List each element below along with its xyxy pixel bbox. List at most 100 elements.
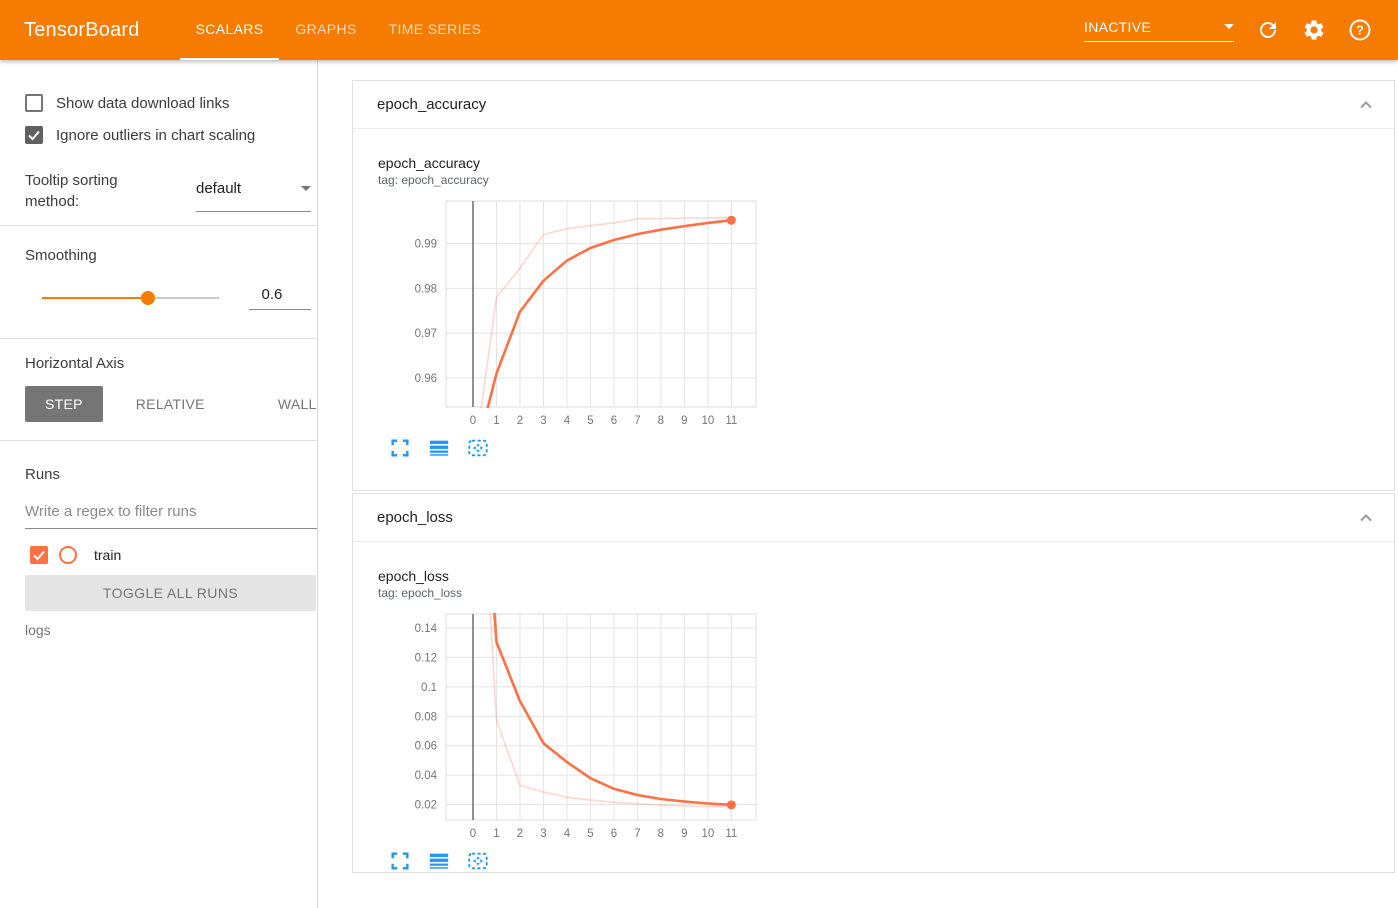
chart-toolbar (389, 850, 1394, 872)
svg-text:6: 6 (611, 415, 617, 427)
svg-text:6: 6 (611, 828, 617, 840)
fit-domain-icon[interactable] (467, 437, 489, 459)
toggle-y-axis-icon[interactable] (428, 437, 450, 459)
svg-text:5: 5 (587, 828, 593, 840)
svg-text:3: 3 (540, 828, 546, 840)
toggle-y-axis-icon[interactable] (428, 850, 450, 872)
svg-text:4: 4 (564, 828, 571, 840)
run-row-train: train (25, 546, 311, 564)
ignore-outliers-checkbox[interactable]: Ignore outliers in chart scaling (25, 126, 311, 144)
card-title: epoch_accuracy (377, 96, 487, 113)
expand-chart-icon[interactable] (389, 850, 411, 872)
svg-text:0.97: 0.97 (415, 328, 437, 340)
tab-graphs[interactable]: GRAPHS (279, 0, 372, 60)
svg-text:0.1: 0.1 (421, 682, 437, 694)
smoothing-label: Smoothing (25, 247, 97, 264)
axis-button-relative[interactable]: RELATIVE (116, 386, 225, 422)
smoothing-slider[interactable] (42, 291, 220, 305)
toggle-all-runs-button[interactable]: TOGGLE ALL RUNS (25, 575, 316, 611)
run-checkbox[interactable] (30, 546, 48, 564)
header-actions: INACTIVE ? (1084, 0, 1372, 60)
svg-text:0.02: 0.02 (415, 800, 437, 812)
horizontal-axis-label: Horizontal Axis (25, 355, 125, 372)
svg-text:0.99: 0.99 (415, 239, 437, 251)
chart-title: epoch_accuracy (378, 155, 480, 171)
refresh-icon[interactable] (1256, 18, 1280, 42)
chevron-up-icon[interactable] (1352, 91, 1380, 119)
help-icon[interactable]: ? (1348, 18, 1372, 42)
svg-text:9: 9 (681, 415, 687, 427)
chart-title: epoch_loss (378, 568, 449, 584)
chart-tag: tag: epoch_accuracy (378, 173, 489, 187)
svg-text:0.08: 0.08 (415, 711, 437, 723)
svg-text:0.98: 0.98 (415, 283, 437, 295)
checkbox-label: Show data download links (56, 94, 230, 112)
svg-text:10: 10 (701, 828, 714, 840)
app-logo: TensorBoard (24, 18, 140, 41)
svg-text:1: 1 (493, 828, 499, 840)
tooltip-sorting-label: Tooltip sorting method: (25, 172, 118, 210)
card-title: epoch_loss (377, 509, 453, 526)
scalar-chart-epoch-loss[interactable]: 0.02 0.04 0.06 0.08 0.1 0.12 0.14 0 1 2 3 4 5 6 7 8 9 10 1… (368, 610, 760, 842)
card-epoch-accuracy: epoch_accuracy epoch_accuracy tag: epoch… (352, 80, 1395, 491)
svg-text:11: 11 (725, 828, 737, 840)
svg-text:11: 11 (725, 415, 737, 427)
smoothing-value-input[interactable]: 0.6 (249, 286, 311, 310)
app-header: TensorBoard SCALARS GRAPHS TIME SERIES I… (0, 0, 1398, 60)
data-status-select[interactable]: INACTIVE (1084, 19, 1234, 42)
svg-text:9: 9 (681, 828, 687, 840)
checkbox-checked-icon (25, 126, 43, 144)
chart-tag: tag: epoch_loss (378, 586, 463, 600)
runs-title: Runs (25, 466, 61, 483)
svg-text:0.14: 0.14 (415, 623, 438, 635)
dashboard-main: epoch_accuracy epoch_accuracy tag: epoch… (318, 60, 1398, 908)
run-label: train (94, 547, 122, 563)
show-download-links-checkbox[interactable]: Show data download links (25, 94, 311, 112)
svg-text:1: 1 (493, 415, 499, 427)
svg-text:2: 2 (517, 828, 523, 840)
tab-bar: SCALARS GRAPHS TIME SERIES (179, 0, 498, 60)
svg-text:2: 2 (517, 415, 523, 427)
settings-sidebar: Show data download links Ignore outliers… (0, 60, 318, 908)
svg-text:?: ? (1356, 24, 1364, 38)
svg-text:10: 10 (701, 415, 714, 427)
slider-thumb[interactable] (141, 291, 156, 305)
svg-text:0: 0 (470, 828, 476, 840)
svg-text:7: 7 (634, 415, 640, 427)
checkbox-label: Ignore outliers in chart scaling (56, 126, 256, 144)
scalar-chart-epoch-accuracy[interactable]: 0.96 0.97 0.98 0.99 0 1 2 3 4 5 6 7 8 9 10 11 (368, 197, 760, 429)
svg-text:0: 0 (470, 415, 476, 427)
fit-domain-icon[interactable] (467, 850, 489, 872)
expand-chart-icon[interactable] (389, 437, 411, 459)
runs-directory-label: logs (25, 622, 51, 638)
dropdown-caret-icon (1224, 24, 1234, 29)
svg-text:8: 8 (658, 415, 664, 427)
runs-filter-input[interactable] (25, 499, 317, 529)
svg-text:0.96: 0.96 (415, 373, 437, 385)
card-header: epoch_loss (353, 494, 1394, 542)
svg-text:0.04: 0.04 (415, 770, 438, 782)
svg-text:8: 8 (658, 828, 664, 840)
settings-gear-icon[interactable] (1302, 18, 1326, 42)
tab-scalars[interactable]: SCALARS (179, 0, 280, 60)
run-isolate-icon[interactable] (59, 546, 77, 564)
chevron-up-icon[interactable] (1352, 504, 1380, 532)
slider-fill (42, 297, 149, 299)
tab-time-series[interactable]: TIME SERIES (373, 0, 498, 60)
tooltip-sorting-select[interactable]: default (196, 172, 311, 212)
chart-toolbar (389, 437, 1394, 459)
axis-button-wall[interactable]: WALL (258, 386, 317, 422)
svg-text:0.12: 0.12 (415, 652, 437, 664)
svg-text:3: 3 (540, 415, 546, 427)
data-status-value: INACTIVE (1084, 18, 1151, 35)
svg-text:7: 7 (634, 828, 640, 840)
svg-text:4: 4 (564, 415, 571, 427)
card-header: epoch_accuracy (353, 81, 1394, 129)
axis-button-step[interactable]: STEP (25, 386, 103, 422)
svg-text:0.06: 0.06 (415, 741, 437, 753)
svg-text:5: 5 (587, 415, 593, 427)
card-epoch-loss: epoch_loss epoch_loss tag: epoch_loss 0.… (352, 493, 1395, 873)
tooltip-sorting-value: default (196, 179, 242, 197)
checkbox-unchecked-icon (25, 94, 43, 112)
dropdown-caret-icon (301, 185, 311, 191)
